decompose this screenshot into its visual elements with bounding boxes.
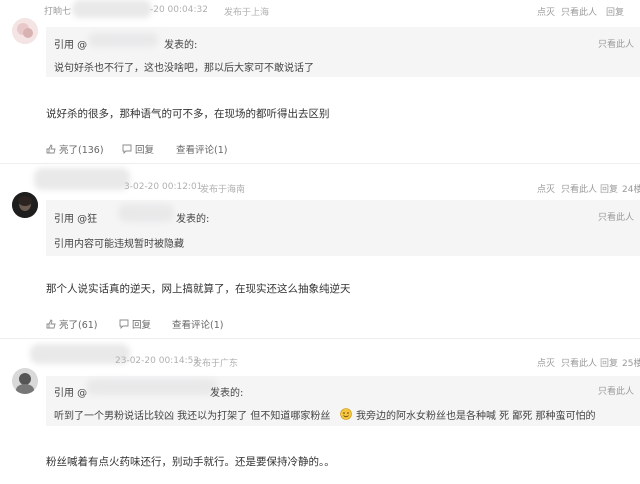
only-this-user-button[interactable]: 只看此人 bbox=[561, 5, 597, 18]
post-location: 发布于上海 bbox=[224, 8, 270, 18]
avatar[interactable] bbox=[12, 18, 38, 44]
avatar-image-icon bbox=[12, 192, 38, 218]
view-comments-link[interactable]: 查看评论(1) bbox=[172, 317, 223, 331]
avatar[interactable] bbox=[12, 192, 38, 218]
reply-button[interactable]: 回复 bbox=[600, 356, 618, 369]
quote-only-this-user[interactable]: 只看此人 bbox=[598, 37, 634, 50]
redaction-blur bbox=[34, 168, 130, 190]
post-location: 发布于广东 bbox=[193, 359, 239, 369]
only-this-user-button[interactable]: 只看此人 bbox=[561, 182, 597, 195]
quote-prefix: 引用 @ bbox=[54, 388, 88, 399]
redaction-blur bbox=[118, 204, 174, 222]
redaction-blur bbox=[72, 0, 152, 18]
comment-body: 那个人说实话真的逆天，网上搞就算了，在现实还这么抽象纯逆天 bbox=[46, 283, 351, 295]
quote-text: 说句好杀也不行了，这也没啥吧，那以后大家可不敢说话了 bbox=[54, 63, 314, 74]
reply-link[interactable]: 回复 bbox=[122, 142, 154, 156]
quote-only-this-user[interactable]: 只看此人 bbox=[598, 384, 634, 397]
post-time: 3-02-20 00:12:01 bbox=[124, 182, 203, 192]
floor-number: 25楼 bbox=[622, 359, 640, 369]
quote-author-suffix: 发表的: bbox=[164, 40, 198, 51]
quote-only-this-user[interactable]: 只看此人 bbox=[598, 210, 634, 223]
like-button[interactable]: 亮了(136) bbox=[46, 142, 104, 156]
quote-text-b: 我旁边的阿水女粉丝也是各种喊 死 鄙死 那种蛮可怕的 bbox=[356, 411, 596, 422]
dislike-button[interactable]: 点灭 bbox=[537, 182, 555, 195]
like-button[interactable]: 亮了(61) bbox=[46, 317, 98, 331]
quote-block: 引用 @狂 发表的: 只看此人 引用内容可能违规暂时被隐藏 bbox=[46, 200, 640, 256]
quote-author-suffix: 发表的: bbox=[210, 388, 244, 399]
quote-text: 引用内容可能违规暂时被隐藏 bbox=[54, 239, 184, 250]
reply-button[interactable]: 回复 bbox=[600, 182, 618, 195]
reply-icon bbox=[122, 144, 132, 154]
quote-block: 引用 @ 发表的: 只看此人 说句好杀也不行了，这也没啥吧，那以后大家可不敢说话… bbox=[46, 27, 640, 77]
reply-button[interactable]: 回复 bbox=[606, 5, 624, 18]
comment-body: 粉丝喊着有点火药味还行，别动手就行。还是要保持冷静的。。 bbox=[46, 456, 335, 468]
post-time: 23-02-20 00:14:53 bbox=[115, 356, 200, 366]
quote-prefix: 引用 @ bbox=[54, 40, 88, 51]
redaction-blur bbox=[86, 379, 218, 395]
quote-author-suffix: 发表的: bbox=[176, 214, 210, 225]
thumbs-up-icon bbox=[46, 319, 56, 329]
grin-emoji-icon bbox=[340, 405, 352, 424]
only-this-user-button[interactable]: 只看此人 bbox=[561, 356, 597, 369]
post-time: -20 00:04:32 bbox=[150, 5, 208, 15]
reply-icon bbox=[119, 319, 129, 329]
divider bbox=[0, 163, 640, 164]
dislike-button[interactable]: 点灭 bbox=[537, 5, 555, 18]
floor-number: 24楼 bbox=[622, 185, 640, 195]
thumbs-up-icon bbox=[46, 144, 56, 154]
quote-prefix: 引用 @狂 bbox=[54, 214, 98, 225]
quote-text-a: 听到了一个男粉说话比较凶 我还以为打架了 但不知道哪家粉丝 bbox=[54, 411, 331, 422]
avatar-image-icon bbox=[12, 368, 38, 394]
divider bbox=[0, 338, 640, 339]
comment-body: 说好杀的很多，那种语气的可不多，在现场的都听得出去区别 bbox=[46, 108, 330, 120]
author-name[interactable]: 打晌七 bbox=[44, 4, 71, 17]
avatar-image-icon bbox=[12, 18, 38, 44]
redaction-blur bbox=[88, 33, 158, 47]
reply-link[interactable]: 回复 bbox=[119, 317, 151, 331]
dislike-button[interactable]: 点灭 bbox=[537, 356, 555, 369]
post-location: 发布于海南 bbox=[200, 185, 246, 195]
avatar[interactable] bbox=[12, 368, 38, 394]
view-comments-link[interactable]: 查看评论(1) bbox=[176, 142, 227, 156]
quote-block: 引用 @ 发表的: 只看此人 听到了一个男粉说话比较凶 我还以为打架了 但不知道… bbox=[46, 376, 640, 426]
